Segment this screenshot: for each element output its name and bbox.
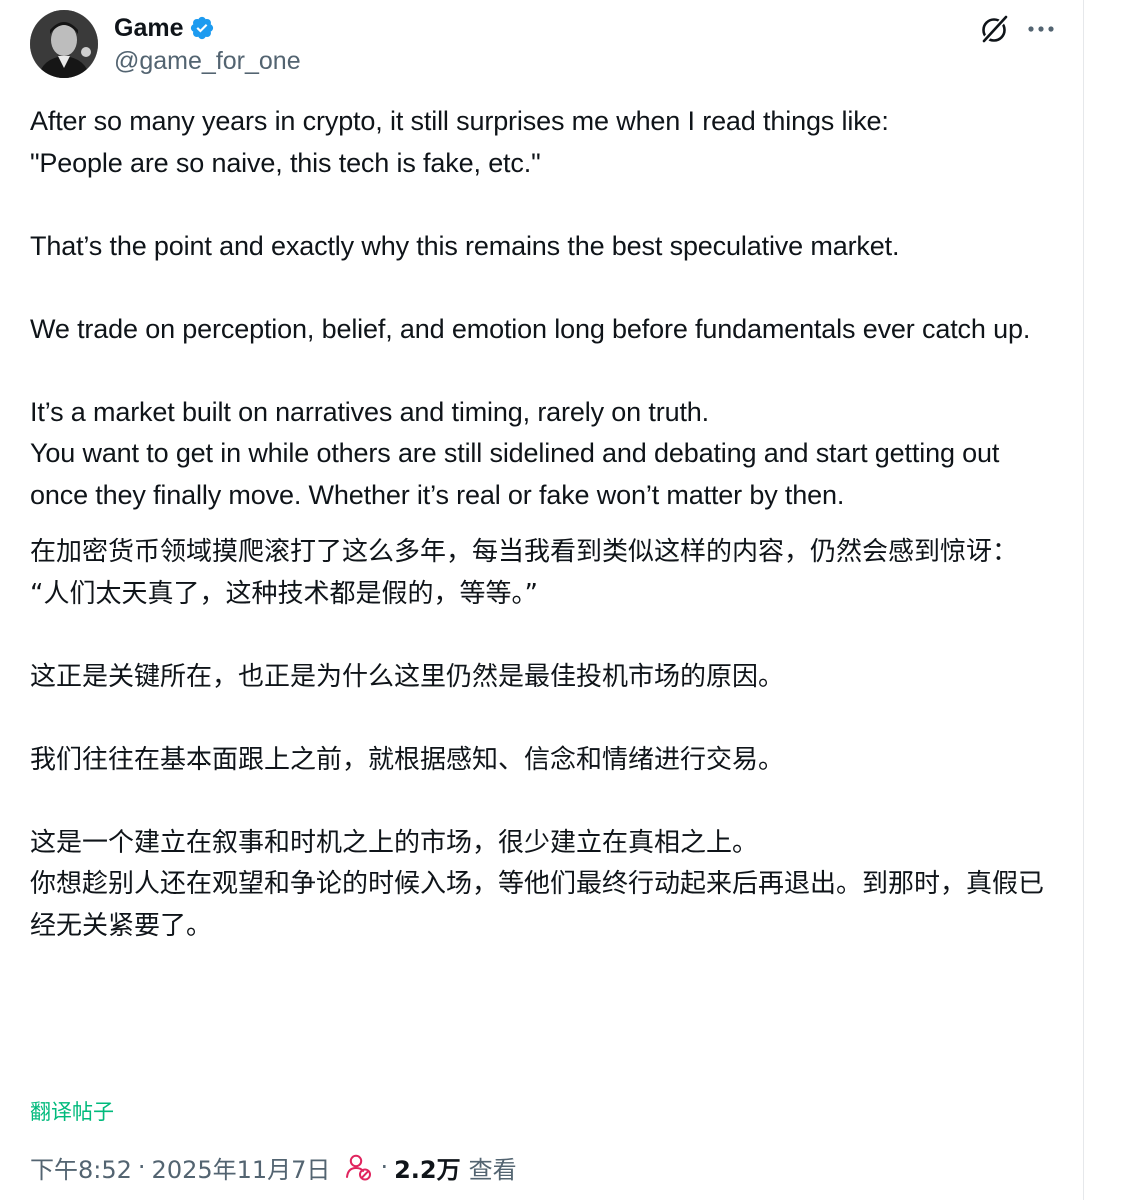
views-label: 查看	[468, 1155, 517, 1184]
text-line: After so many years in crypto, it still …	[30, 106, 889, 136]
author-names: Game @game_for_one	[114, 13, 301, 76]
avatar[interactable]	[30, 10, 98, 78]
translated-text: 在加密货币领域摸爬滚打了这么多年，每当我看到类似这样的内容，仍然会感到惊讶： “人…	[30, 532, 1060, 947]
text-line: 你想趁别人还在观望和争论的时候入场，等他们最终行动起来后再退出。到那时，真假已经…	[30, 869, 1045, 941]
post-date[interactable]: 2025年11月7日	[152, 1150, 331, 1185]
meta-separator: ·	[137, 1153, 146, 1181]
chinese-paragraph: 这正是关键所在，也正是为什么这里仍然是最佳投机市场的原因。	[30, 657, 1060, 699]
text-line: We trade on perception, belief, and emot…	[30, 313, 1031, 344]
verified-badge-icon	[189, 15, 215, 41]
chinese-paragraph: 在加密货币领域摸爬滚打了这么多年，每当我看到类似这样的内容，仍然会感到惊讶： “人…	[30, 532, 1060, 615]
english-paragraph: It’s a market built on narratives and ti…	[30, 392, 1060, 517]
text-line: “人们太天真了，这种技术都是假的，等等。”	[30, 578, 538, 609]
grok-icon[interactable]	[978, 12, 1012, 46]
chinese-paragraph: 这是一个建立在叙事和时机之上的市场，很少建立在真相之上。你想趁别人还在观望和争论…	[30, 823, 1060, 948]
post-time[interactable]: 下午8:52	[30, 1150, 132, 1185]
text-line: 这正是关键所在，也正是为什么这里仍然是最佳投机市场的原因。	[30, 661, 785, 692]
text-line: It’s a market built on narratives and ti…	[30, 396, 710, 427]
tweet-meta: 下午8:52 · 2025年11月7日 · 2.2万 查看	[30, 1150, 517, 1184]
views-count[interactable]: 2.2万	[394, 1150, 461, 1185]
tweet-card: Game @game_for_one After so many years i…	[0, 0, 1084, 1200]
analytics-person-icon[interactable]	[344, 1152, 374, 1182]
display-name[interactable]: Game	[114, 13, 183, 43]
tweet-header: Game @game_for_one	[30, 10, 1060, 80]
text-line: 在加密货币领域摸爬滚打了这么多年，每当我看到类似这样的内容，仍然会感到惊讶：	[30, 537, 1019, 567]
english-paragraph: After so many years in crypto, it still …	[30, 101, 1060, 184]
text-line: 我们往往在基本面跟上之前，就根据感知、信念和情绪进行交易。	[30, 744, 785, 775]
english-paragraph: We trade on perception, belief, and emot…	[30, 309, 1060, 351]
text-line: You want to get in while others are stil…	[30, 438, 1000, 510]
more-horizontal-icon[interactable]	[1024, 12, 1058, 46]
meta-separator: ·	[380, 1153, 389, 1181]
display-name-row: Game	[114, 13, 301, 43]
translate-post-link[interactable]: 翻译帖子	[30, 1096, 114, 1126]
text-line: That’s the point and exactly why this re…	[30, 230, 900, 261]
author-handle[interactable]: @game_for_one	[114, 46, 301, 76]
tweet-body: After so many years in crypto, it still …	[30, 101, 1060, 947]
text-line: "People are so naive, this tech is fake,…	[30, 147, 541, 178]
chinese-paragraph: 我们往往在基本面跟上之前，就根据感知、信念和情绪进行交易。	[30, 740, 1060, 782]
english-paragraph: That’s the point and exactly why this re…	[30, 226, 1060, 268]
text-line: 这是一个建立在叙事和时机之上的市场，很少建立在真相之上。	[30, 827, 759, 858]
